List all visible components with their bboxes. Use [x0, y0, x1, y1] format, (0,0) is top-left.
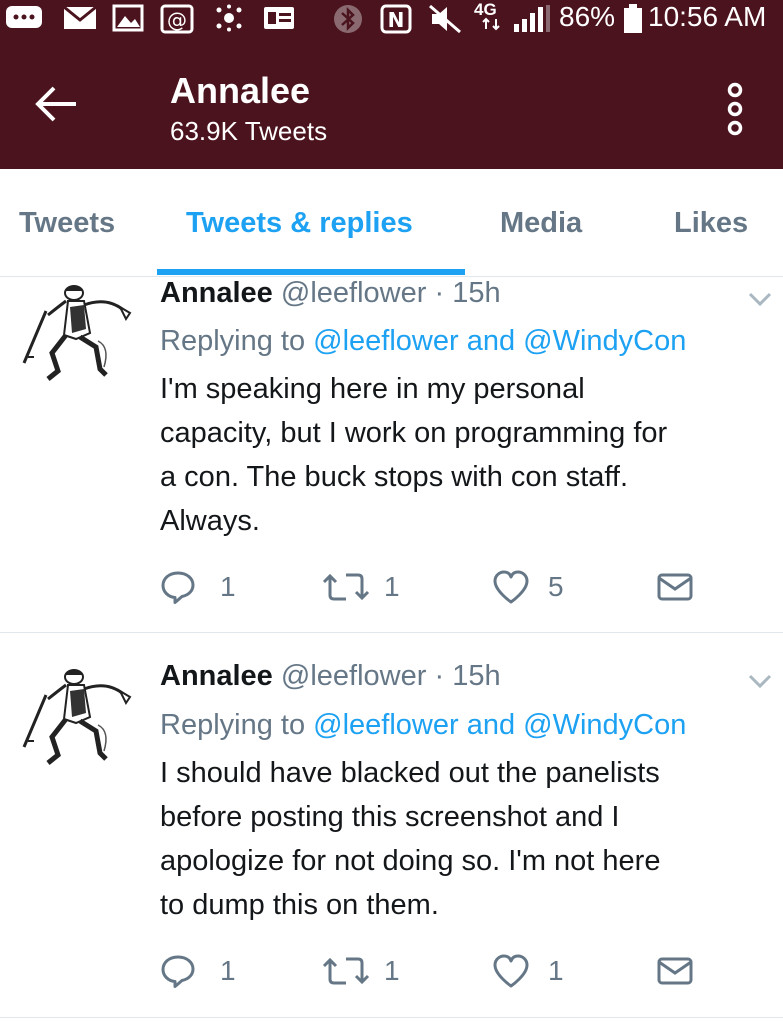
replying-to-label: Replying to [160, 709, 306, 741]
retweet-count: 1 [384, 571, 400, 602]
reply-count: 1 [220, 955, 236, 986]
reply-icon [161, 571, 195, 604]
heart-icon [493, 570, 529, 604]
tweet-author-name[interactable]: Annalee [160, 277, 273, 309]
reply-button[interactable]: 1 [160, 569, 250, 609]
tab-likes[interactable]: Likes [674, 207, 748, 240]
network-icon [482, 17, 500, 31]
tweet-separator: · [434, 277, 445, 309]
battery-percent: 86% [559, 1, 616, 32]
tweet-text-line: to dump this on them. [160, 889, 439, 921]
profile-name: Annalee [170, 70, 311, 111]
replying-to: Replying to @leeflower and @WindyCon [160, 709, 686, 742]
signal-icon [514, 5, 550, 32]
avatar[interactable] [18, 661, 140, 771]
tab-media[interactable]: Media [500, 207, 582, 240]
status-bar: @ N 4G 86% 10:56 AM [0, 0, 783, 36]
reply-icon [161, 955, 195, 988]
replying-to-label: Replying to [160, 325, 306, 357]
replying-to: Replying to @leeflower and @WindyCon [160, 325, 686, 358]
heart-icon [493, 954, 529, 988]
tab-tweets-and-replies[interactable]: Tweets & replies [186, 207, 413, 240]
tweet-author-name[interactable]: Annalee [160, 660, 273, 692]
mention-conjunction[interactable]: and [467, 709, 515, 741]
tweet-author-handle[interactable]: @leeflower [281, 277, 427, 309]
tweet-separator: · [434, 660, 445, 692]
dots-icon [216, 4, 242, 32]
tweet-text-line: Always. [160, 505, 260, 537]
tweet-header: Annalee @leeflower · 15h [160, 660, 501, 693]
tweet-text-line: a con. The buck stops with con staff. [160, 461, 629, 493]
mention-link[interactable]: @WindyCon [523, 325, 686, 357]
tweet-text-line: apologize for not doing so. I'm not here [160, 845, 661, 877]
message-icon [6, 6, 42, 28]
mention-conjunction[interactable]: and [467, 325, 515, 357]
like-button[interactable]: 1 [492, 953, 582, 993]
clock: 10:56 AM [648, 1, 767, 32]
like-button[interactable]: 5 [492, 569, 582, 609]
tweet-author-handle[interactable]: @leeflower [281, 660, 427, 692]
envelope-icon [657, 957, 693, 985]
retweet-icon [322, 573, 370, 601]
mention-link[interactable]: @WindyCon [523, 709, 686, 741]
mention-link[interactable]: @leeflower [313, 325, 459, 357]
battery-icon [624, 4, 642, 33]
gallery-icon [112, 4, 144, 32]
envelope-icon [657, 573, 693, 601]
tweet-count: 63.9K Tweets [170, 116, 328, 146]
like-count: 5 [548, 571, 564, 602]
tweet-header: Annalee @leeflower · 15h [160, 277, 501, 310]
tweet-card[interactable]: Annalee @leeflower · 15h Replying to @le… [0, 633, 783, 1018]
mute-icon [429, 4, 461, 34]
avatar[interactable] [18, 277, 140, 387]
retweet-button[interactable]: 1 [322, 953, 412, 993]
tweet-text: I'm speaking here in my personal capacit… [160, 367, 770, 543]
retweet-button[interactable]: 1 [322, 569, 412, 609]
mention-link[interactable]: @leeflower [313, 709, 459, 741]
nfc-icon: N [380, 4, 412, 34]
tweet-text-line: capacity, but I work on programming for [160, 417, 668, 449]
profile-header: Annalee 63.9K Tweets [0, 36, 783, 169]
retweet-count: 1 [384, 955, 400, 986]
tweet-timestamp: 15h [452, 277, 501, 309]
at-icon: @ [160, 4, 194, 34]
svg-text:@: @ [167, 8, 187, 32]
tweet-text-line: before posting this screenshot and I [160, 801, 620, 833]
back-arrow-icon[interactable] [30, 82, 80, 126]
direct-message-button[interactable] [656, 953, 696, 993]
tweet-timestamp: 15h [452, 660, 501, 692]
like-count: 1 [548, 955, 564, 986]
reply-button[interactable]: 1 [160, 953, 250, 993]
tweet-text-line: I should have blacked out the panelists [160, 757, 660, 789]
retweet-icon [322, 957, 370, 985]
chevron-down-icon[interactable] [746, 289, 774, 309]
direct-message-button[interactable] [656, 569, 696, 609]
profile-tabs: Tweets Tweets & replies Media Likes [0, 169, 783, 277]
active-tab-indicator [157, 269, 465, 275]
tweet-text: I should have blacked out the panelists … [160, 751, 770, 927]
tab-tweets[interactable]: Tweets [19, 207, 115, 240]
reply-count: 1 [220, 571, 236, 602]
card-icon [264, 7, 294, 29]
tweet-card[interactable]: Annalee @leeflower · 15h Replying to @le… [0, 277, 783, 633]
svg-text:N: N [388, 8, 405, 32]
bluetooth-icon [334, 5, 362, 33]
overflow-menu-icon[interactable] [722, 82, 748, 136]
email-icon [63, 5, 97, 29]
tweet-text-line: I'm speaking here in my personal [160, 373, 585, 405]
chevron-down-icon[interactable] [746, 671, 774, 691]
